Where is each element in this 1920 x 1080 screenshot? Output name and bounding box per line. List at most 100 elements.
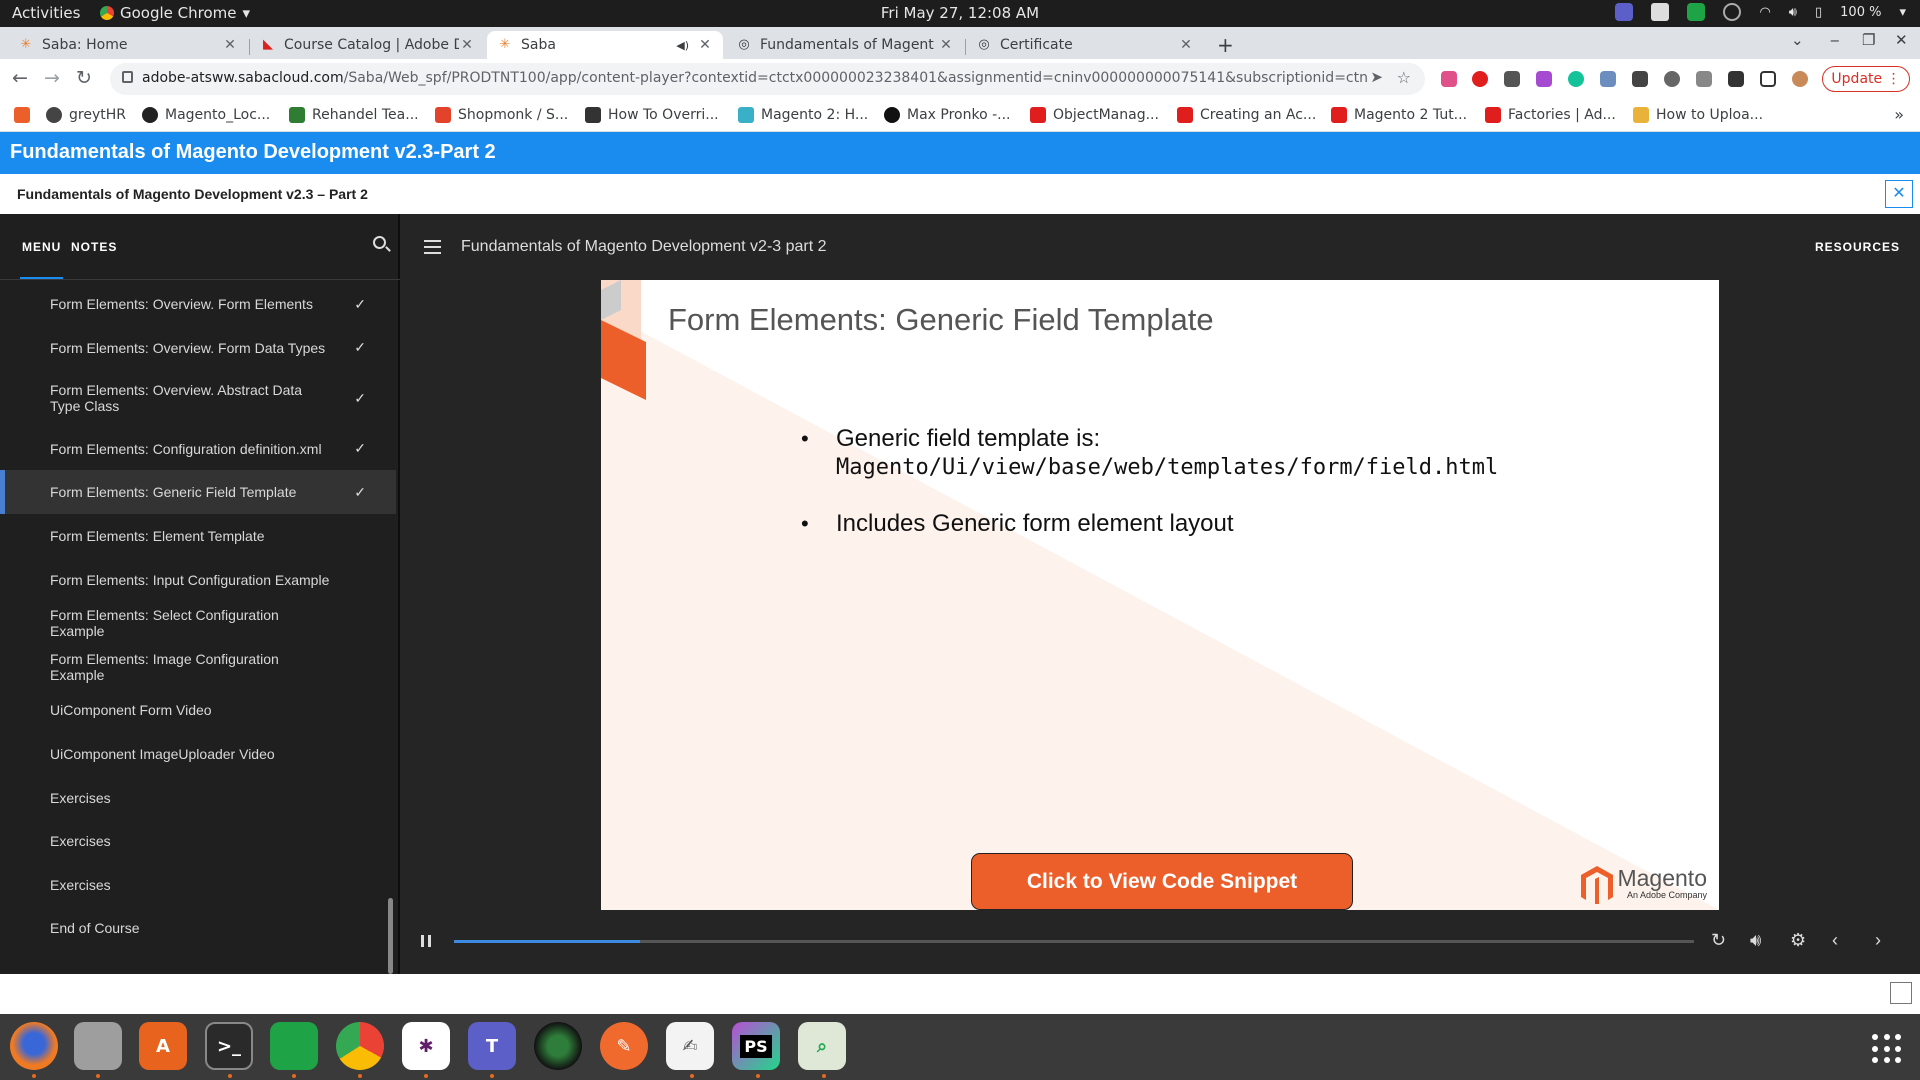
- restore-button[interactable]: ❐: [1862, 31, 1875, 49]
- vpn-tray-icon[interactable]: [1723, 3, 1742, 21]
- bookmark-objectmanager[interactable]: ObjectManag...: [1030, 107, 1159, 123]
- extension-icon[interactable]: [1600, 71, 1616, 87]
- bookmark-how-to-override[interactable]: How To Overri...: [585, 107, 719, 123]
- terminal-icon[interactable]: >_: [205, 1022, 253, 1070]
- update-button[interactable]: Update ⋮: [1822, 66, 1910, 92]
- extension-icon[interactable]: [1441, 71, 1457, 87]
- close-tab-icon[interactable]: ✕: [459, 37, 475, 53]
- image-viewer-icon[interactable]: ⌕: [798, 1022, 846, 1070]
- draw-icon[interactable]: ✎: [600, 1022, 648, 1070]
- back-button[interactable]: ←: [12, 67, 28, 89]
- search-icon[interactable]: [373, 236, 386, 249]
- hamburger-menu-icon[interactable]: [424, 240, 441, 258]
- previous-slide-button[interactable]: ‹: [1832, 930, 1838, 951]
- sidebar-slide-item[interactable]: Exercises: [0, 819, 396, 863]
- text-editor-icon[interactable]: ✍: [666, 1022, 714, 1070]
- tab-certificate[interactable]: ◎ Certificate ✕: [966, 31, 1204, 59]
- slack-icon[interactable]: ✱: [402, 1022, 450, 1070]
- firefox-icon[interactable]: [10, 1022, 58, 1070]
- sidebar-slide-item[interactable]: UiComponent ImageUploader Video: [0, 732, 396, 776]
- google-chat-icon[interactable]: [270, 1022, 318, 1070]
- pause-button[interactable]: [421, 935, 431, 947]
- sidebar-slide-item[interactable]: Form Elements: Overview. Form Elements ✓: [0, 282, 396, 326]
- bookmark-greythr[interactable]: greytHR: [46, 107, 126, 123]
- teams-icon[interactable]: T: [468, 1022, 516, 1070]
- chat-tray-icon[interactable]: [1687, 3, 1706, 21]
- sidebar-slide-item[interactable]: End of Course: [0, 906, 396, 950]
- software-center-icon[interactable]: A: [139, 1022, 187, 1070]
- close-tab-icon[interactable]: ✕: [697, 37, 713, 53]
- view-code-snippet-button[interactable]: Click to View Code Snippet: [971, 853, 1353, 910]
- link-extension-icon[interactable]: [1696, 71, 1712, 87]
- reload-button[interactable]: ↻: [76, 67, 92, 89]
- wifi-icon[interactable]: ◠: [1759, 5, 1770, 20]
- magento-bookmark-icon[interactable]: [14, 107, 30, 123]
- bookmark-magento2-h[interactable]: Magento 2: H...: [738, 107, 868, 123]
- camera-icon[interactable]: [534, 1022, 582, 1070]
- tab-notes[interactable]: NOTES: [71, 240, 117, 254]
- sidebar-slide-item[interactable]: Form Elements: Image Configuration Examp…: [0, 645, 396, 689]
- puzzle-icon[interactable]: [1728, 71, 1744, 87]
- sidebar-scrollbar[interactable]: [388, 898, 393, 974]
- chrome-icon[interactable]: [336, 1022, 384, 1070]
- bookmark-max-pronko[interactable]: Max Pronko -...: [884, 107, 1011, 123]
- sidebar-slide-item[interactable]: Form Elements: Generic Field Template ✓: [0, 470, 396, 515]
- extension-icon[interactable]: [1632, 71, 1648, 87]
- bookmark-rehandel[interactable]: Rehandel Tea...: [289, 107, 419, 123]
- close-window-button[interactable]: ✕: [1895, 31, 1908, 49]
- forward-button[interactable]: →: [44, 67, 60, 89]
- close-course-button[interactable]: ✕: [1885, 180, 1913, 208]
- side-panel-icon[interactable]: [1760, 71, 1776, 87]
- seek-bar[interactable]: [454, 940, 1694, 943]
- battery-icon[interactable]: ▯: [1815, 5, 1822, 20]
- bookmark-how-to-upload[interactable]: How to Uploa...: [1633, 107, 1763, 123]
- url-text[interactable]: adobe-atsww.sabacloud.com/Saba/Web_spf/P…: [142, 70, 1367, 86]
- more-bookmarks-icon[interactable]: »: [1894, 105, 1904, 124]
- tab-saba-home[interactable]: ✳ Saba: Home ✕: [8, 31, 248, 59]
- sidebar-slide-item[interactable]: Form Elements: Input Configuration Examp…: [0, 558, 396, 602]
- profile-avatar[interactable]: [1792, 71, 1808, 87]
- gear-extension-icon[interactable]: [1664, 71, 1680, 87]
- close-tab-icon[interactable]: ✕: [1178, 37, 1194, 53]
- audio-playing-icon[interactable]: ◀): [676, 39, 689, 52]
- minimize-button[interactable]: ‒: [1830, 31, 1840, 49]
- app-menu[interactable]: Google Chrome ▾: [100, 4, 250, 22]
- show-applications-icon[interactable]: [1872, 1034, 1902, 1064]
- teams-tray-icon[interactable]: [1615, 3, 1634, 21]
- grammarly-icon[interactable]: [1568, 71, 1584, 87]
- resources-button[interactable]: RESOURCES: [1815, 240, 1900, 254]
- fullscreen-icon[interactable]: [1890, 982, 1912, 1004]
- replay-icon[interactable]: ↻: [1711, 930, 1726, 951]
- sidebar-slide-item[interactable]: Form Elements: Configuration definition.…: [0, 427, 396, 471]
- sidebar-slide-item[interactable]: Exercises: [0, 776, 396, 820]
- address-bar[interactable]: adobe-atsww.sabacloud.com/Saba/Web_spf/P…: [110, 63, 1425, 95]
- calendar-extension-icon[interactable]: [1504, 71, 1520, 87]
- adblock-icon[interactable]: [1472, 71, 1488, 87]
- close-tab-icon[interactable]: ✕: [222, 37, 238, 53]
- bookmark-factories[interactable]: Factories | Ad...: [1485, 107, 1616, 123]
- tab-fundamentals[interactable]: ◎ Fundamentals of Magent ✕: [726, 31, 964, 59]
- bookmark-shopmonk[interactable]: Shopmonk / S...: [435, 107, 568, 123]
- slack-tray-icon[interactable]: [1651, 3, 1670, 21]
- share-icon[interactable]: ➤: [1370, 68, 1383, 86]
- bookmark-magento-loc[interactable]: Magento_Loc...: [142, 107, 270, 123]
- volume-icon[interactable]: 🔊︎: [1789, 5, 1797, 20]
- sidebar-slide-item[interactable]: UiComponent Form Video: [0, 688, 396, 732]
- chevron-down-icon[interactable]: ▾: [1899, 5, 1906, 20]
- tab-search-icon[interactable]: ⌄: [1791, 31, 1804, 49]
- next-slide-button[interactable]: ›: [1875, 930, 1881, 951]
- clock[interactable]: Fri May 27, 12:08 AM: [881, 4, 1039, 22]
- sidebar-slide-item[interactable]: Form Elements: Overview. Abstract Data T…: [0, 369, 396, 427]
- sidebar-slide-item[interactable]: Exercises: [0, 863, 396, 907]
- tab-course-catalog[interactable]: ◣ Course Catalog | Adobe D ✕: [250, 31, 485, 59]
- bookmark-creating-account[interactable]: Creating an Ac...: [1177, 107, 1316, 123]
- volume-icon[interactable]: 🔊︎: [1750, 930, 1761, 951]
- files-icon[interactable]: [74, 1022, 122, 1070]
- sidebar-slide-item[interactable]: Form Elements: Select Configuration Exam…: [0, 601, 396, 645]
- sidebar-slide-item[interactable]: Form Elements: Element Template: [0, 514, 396, 558]
- bookmark-magento2-tutorial[interactable]: Magento 2 Tut...: [1331, 107, 1467, 123]
- new-tab-button[interactable]: +: [1217, 33, 1234, 57]
- phpstorm-icon[interactable]: PS: [732, 1022, 780, 1070]
- tab-menu[interactable]: MENU: [22, 240, 61, 254]
- sidebar-slide-item[interactable]: Form Elements: Overview. Form Data Types…: [0, 326, 396, 370]
